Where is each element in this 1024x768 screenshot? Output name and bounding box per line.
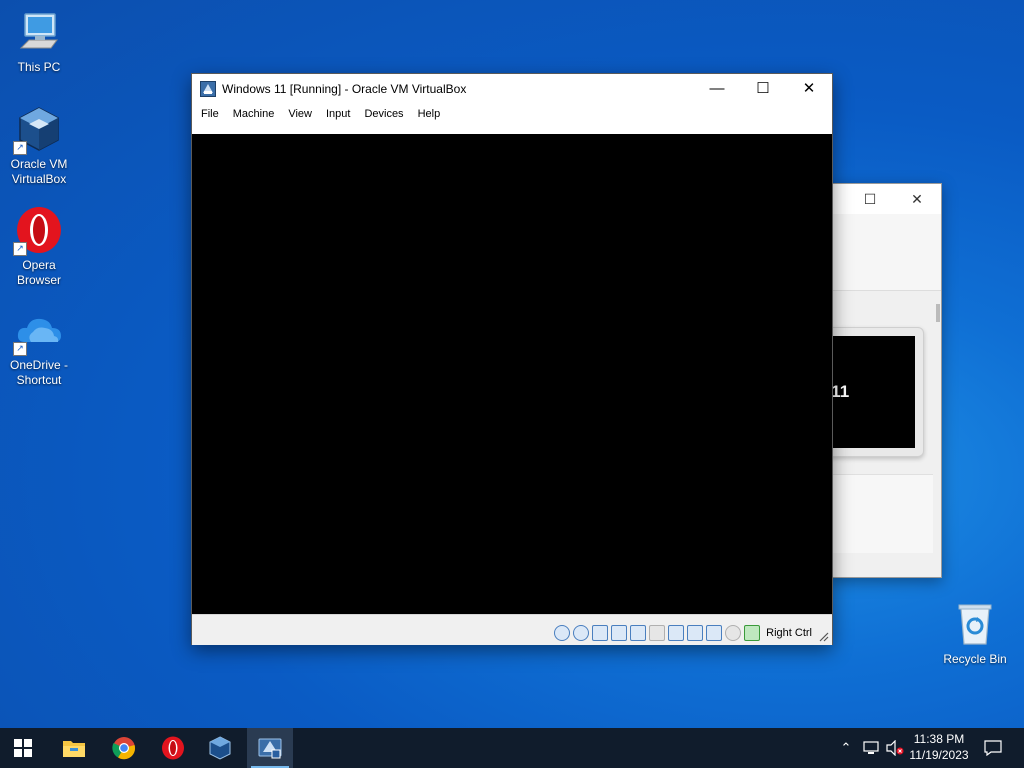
vm-preview-card: s 11 — [829, 327, 924, 457]
chevron-up-icon: ⌃ — [840, 740, 852, 755]
desktop-icon-this-pc[interactable]: This PC — [1, 8, 77, 75]
maximize-button[interactable]: ☐ — [740, 74, 786, 104]
menu-input[interactable]: Input — [319, 104, 357, 126]
network-icon[interactable] — [611, 625, 627, 641]
shared-folders-icon[interactable] — [649, 625, 665, 641]
taskbar-virtualbox[interactable] — [197, 728, 243, 768]
notification-icon — [984, 740, 1002, 756]
desktop-icon-label: Recycle Bin — [943, 652, 1007, 666]
window-titlebar[interactable]: Windows 11 [Running] - Oracle VM Virtual… — [192, 74, 832, 104]
hard-disk-icon[interactable] — [554, 625, 570, 641]
clock-date: 11/19/2023 — [909, 748, 969, 762]
desktop-icon-recycle-bin[interactable]: Recycle Bin — [937, 600, 1013, 667]
taskbar-virtualbox-vm[interactable] — [247, 728, 293, 768]
desktop-icon-onedrive[interactable]: ↗ OneDrive - Shortcut — [1, 306, 77, 388]
tray-chevron[interactable]: ⌃ — [836, 728, 856, 768]
virtualbox-icon: ↗ — [13, 105, 63, 155]
host-key-indicator-icon[interactable] — [744, 625, 760, 641]
taskbar-chrome[interactable] — [101, 728, 147, 768]
optical-drive-icon[interactable] — [573, 625, 589, 641]
maximize-icon[interactable]: ☐ — [859, 189, 881, 209]
menu-file[interactable]: File — [194, 104, 226, 126]
taskbar-opera[interactable] — [150, 728, 196, 768]
shortcut-arrow-icon: ↗ — [13, 141, 27, 155]
desktop-icon-virtualbox[interactable]: ↗ Oracle VM VirtualBox — [1, 105, 77, 187]
usb-icon[interactable] — [630, 625, 646, 641]
display-icon[interactable] — [668, 625, 684, 641]
virtualbox-vm-icon — [258, 738, 282, 759]
shortcut-arrow-icon: ↗ — [13, 242, 27, 256]
background-window-titlebar: ☐ ✕ — [829, 184, 941, 214]
clock-time: 11:38 PM — [913, 732, 965, 746]
menu-help[interactable]: Help — [411, 104, 448, 126]
background-window-panel — [829, 474, 933, 553]
tray-network[interactable] — [860, 728, 882, 768]
onedrive-icon: ↗ — [13, 306, 63, 356]
status-bar: Right Ctrl — [192, 614, 832, 645]
background-window-header — [829, 214, 941, 291]
close-icon[interactable]: ✕ — [906, 189, 928, 209]
start-button[interactable] — [0, 728, 46, 768]
minimize-button[interactable]: — — [694, 74, 740, 104]
desktop-icon-label: OneDrive - Shortcut — [9, 358, 68, 387]
vm-display[interactable] — [192, 134, 832, 614]
window-title: Windows 11 [Running] - Oracle VM Virtual… — [222, 82, 467, 96]
opera-icon — [162, 736, 184, 760]
opera-icon: ↗ — [13, 206, 63, 256]
menu-view[interactable]: View — [281, 104, 319, 126]
video-capture-icon[interactable] — [687, 625, 703, 641]
menu-devices[interactable]: Devices — [357, 104, 410, 126]
desktop-icon-opera[interactable]: ↗ Opera Browser — [1, 206, 77, 288]
virtualbox-icon — [209, 736, 231, 760]
chrome-icon — [112, 737, 136, 760]
vm-preview-text: s 11 — [831, 382, 850, 401]
audio-icon[interactable] — [592, 625, 608, 641]
taskbar-clock[interactable]: 11:38 PM 11/19/2023 — [902, 731, 976, 763]
virtualbox-vm-icon — [200, 81, 216, 97]
file-explorer-icon — [63, 741, 85, 757]
resize-grip-icon[interactable] — [818, 630, 830, 642]
recycle-bin-icon — [951, 600, 999, 648]
taskbar-file-explorer[interactable] — [51, 728, 97, 768]
virtualbox-vm-window[interactable]: Windows 11 [Running] - Oracle VM Virtual… — [191, 73, 833, 645]
taskbar: ⌃ 11:38 PM 11/19/2023 — [0, 728, 1024, 768]
mouse-integration-icon[interactable] — [706, 625, 722, 641]
desktop-icon-label: Oracle VM VirtualBox — [10, 157, 68, 186]
desktop-icon-label: This PC — [17, 60, 61, 74]
shortcut-arrow-icon: ↗ — [13, 342, 27, 356]
keyboard-icon[interactable] — [725, 625, 741, 641]
computer-icon — [15, 8, 63, 56]
desktop-icon-label: Opera Browser — [16, 258, 61, 287]
background-window[interactable]: ☐ ✕ s 11 — [828, 183, 942, 578]
notification-center-button[interactable] — [978, 728, 1008, 768]
windows-logo-icon — [14, 739, 32, 757]
menu-machine[interactable]: Machine — [226, 104, 282, 126]
host-key-label: Right Ctrl — [766, 627, 812, 639]
menu-bar: File Machine View Input Devices Help — [192, 104, 832, 126]
status-icons — [554, 625, 760, 641]
scrollbar-thumb[interactable] — [936, 304, 940, 322]
network-icon — [863, 741, 879, 754]
vm-preview-screen: s 11 — [831, 336, 915, 448]
close-button[interactable]: ✕ — [786, 74, 832, 104]
